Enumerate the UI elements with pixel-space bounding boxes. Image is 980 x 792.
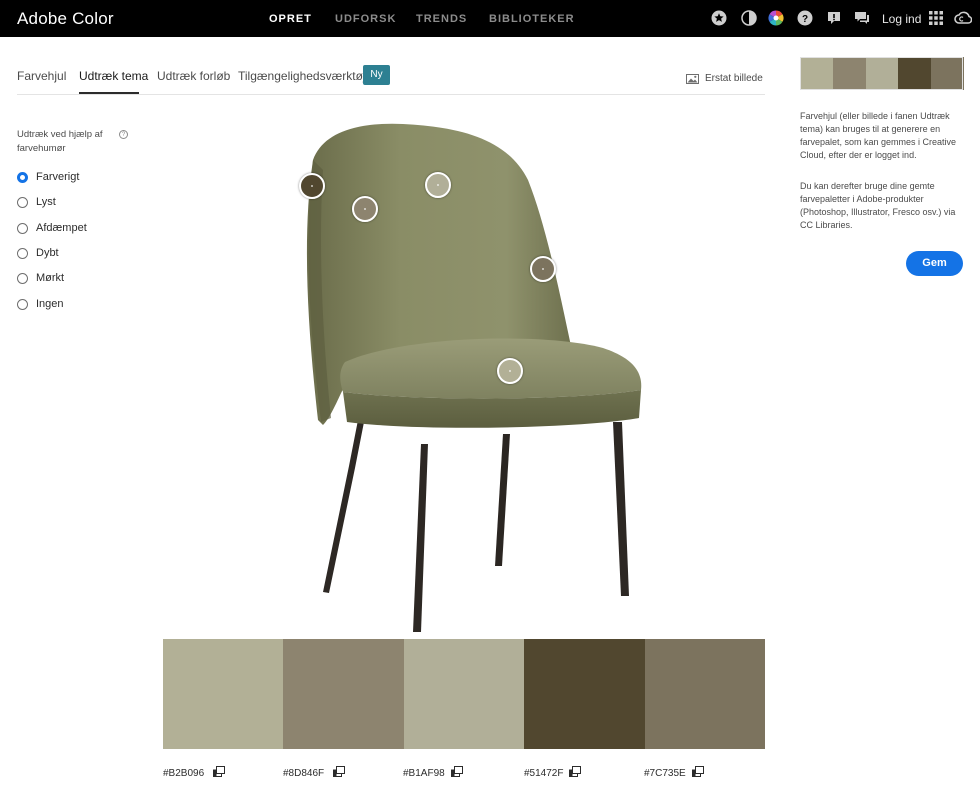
replace-image-label: Erstat billede — [705, 73, 763, 84]
palette-swatch-1[interactable] — [163, 639, 284, 749]
radio[interactable] — [17, 272, 28, 284]
color-picker-1[interactable] — [497, 358, 523, 384]
mood-option-afdaempet[interactable]: Afdæmpet — [17, 222, 87, 234]
svg-text:?: ? — [802, 14, 808, 25]
radio-selected[interactable] — [17, 171, 28, 183]
mood-label: Udtræk ved hjælp af farvehumør — [17, 129, 103, 154]
copy-icon[interactable] — [213, 766, 225, 777]
radio[interactable] — [17, 247, 28, 259]
mood-option-lyst[interactable]: Lyst — [17, 196, 56, 208]
color-picker-4[interactable] — [299, 173, 325, 199]
help-icon[interactable]: ? — [797, 10, 813, 26]
palette-swatch-5[interactable] — [644, 639, 765, 749]
hex-code[interactable]: #B2B096 — [163, 768, 204, 779]
new-badge: Ny — [363, 65, 390, 85]
radio[interactable] — [17, 298, 28, 310]
nav-opret[interactable]: OPRET — [269, 13, 312, 25]
hex-code[interactable]: #51472F — [524, 768, 563, 779]
color-picker-5[interactable] — [530, 256, 556, 282]
mood-option-label: Afdæmpet — [36, 222, 87, 234]
radio[interactable] — [17, 222, 28, 234]
star-icon[interactable] — [711, 10, 727, 26]
mood-option-label: Ingen — [36, 298, 64, 310]
tab-udtraek-tema[interactable]: Udtræk tema — [79, 69, 148, 83]
color-wheel-icon[interactable] — [768, 10, 784, 26]
copy-icon[interactable] — [692, 766, 704, 777]
copy-icon[interactable] — [569, 766, 581, 777]
palette-swatch-3[interactable] — [403, 639, 525, 749]
info-text-1: Farvehjul (eller billede i fanen Udtræk … — [800, 111, 957, 160]
mood-option-ingen[interactable]: Ingen — [17, 298, 64, 310]
hex-code[interactable]: #8D846F — [283, 768, 324, 779]
mood-option-label: Lyst — [36, 196, 56, 208]
hex-code[interactable]: #7C735E — [644, 768, 686, 779]
login-link[interactable]: Log ind — [882, 12, 921, 26]
feedback-icon[interactable] — [826, 10, 842, 26]
help-circle-icon[interactable]: ? — [119, 130, 128, 139]
chat-icon[interactable] — [854, 10, 870, 26]
mood-option-farverigt[interactable]: Farverigt — [17, 171, 79, 183]
nav-trends[interactable]: TRENDS — [416, 13, 467, 25]
copy-icon[interactable] — [333, 766, 345, 777]
mood-option-label: Dybt — [36, 247, 59, 259]
mood-option-dybt[interactable]: Dybt — [17, 247, 59, 259]
nav-biblioteker[interactable]: BIBLIOTEKER — [489, 13, 575, 25]
color-picker-3[interactable] — [425, 172, 451, 198]
source-image — [306, 123, 642, 632]
mood-option-label: Mørkt — [36, 272, 65, 284]
image-icon — [686, 73, 699, 84]
brand-logo[interactable]: Adobe Color — [17, 9, 114, 29]
tabs-divider — [17, 94, 765, 95]
radio[interactable] — [17, 196, 28, 208]
mood-option-moerkt[interactable]: Mørkt — [17, 272, 64, 284]
apps-grid-icon[interactable] — [928, 10, 944, 26]
tab-udtraek-forloeb[interactable]: Udtræk forløb — [157, 69, 230, 83]
top-bar: Adobe Color OPRET UDFORSK TRENDS BIBLIOT… — [0, 0, 980, 37]
mood-option-label: Farverigt — [36, 171, 80, 183]
save-button[interactable]: Gem — [906, 251, 963, 276]
info-text-2: Du kan derefter bruge dine gemte farvepa… — [800, 181, 956, 230]
copy-icon[interactable] — [451, 766, 463, 777]
tab-tilgaengelighed[interactable]: Tilgængelighedsværktøjer — [238, 69, 376, 83]
dark-mode-icon[interactable] — [741, 10, 757, 26]
nav-udforsk[interactable]: UDFORSK — [335, 13, 396, 25]
palette-preview — [800, 57, 963, 90]
palette-swatch-2[interactable] — [283, 639, 404, 749]
color-picker-2[interactable] — [352, 196, 378, 222]
hex-code[interactable]: #B1AF98 — [403, 768, 445, 779]
tab-farvehjul[interactable]: Farvehjul — [17, 69, 66, 83]
creative-cloud-icon[interactable] — [954, 10, 972, 26]
palette-swatch-4[interactable] — [524, 639, 645, 749]
replace-image-button[interactable]: Erstat billede — [686, 73, 763, 84]
